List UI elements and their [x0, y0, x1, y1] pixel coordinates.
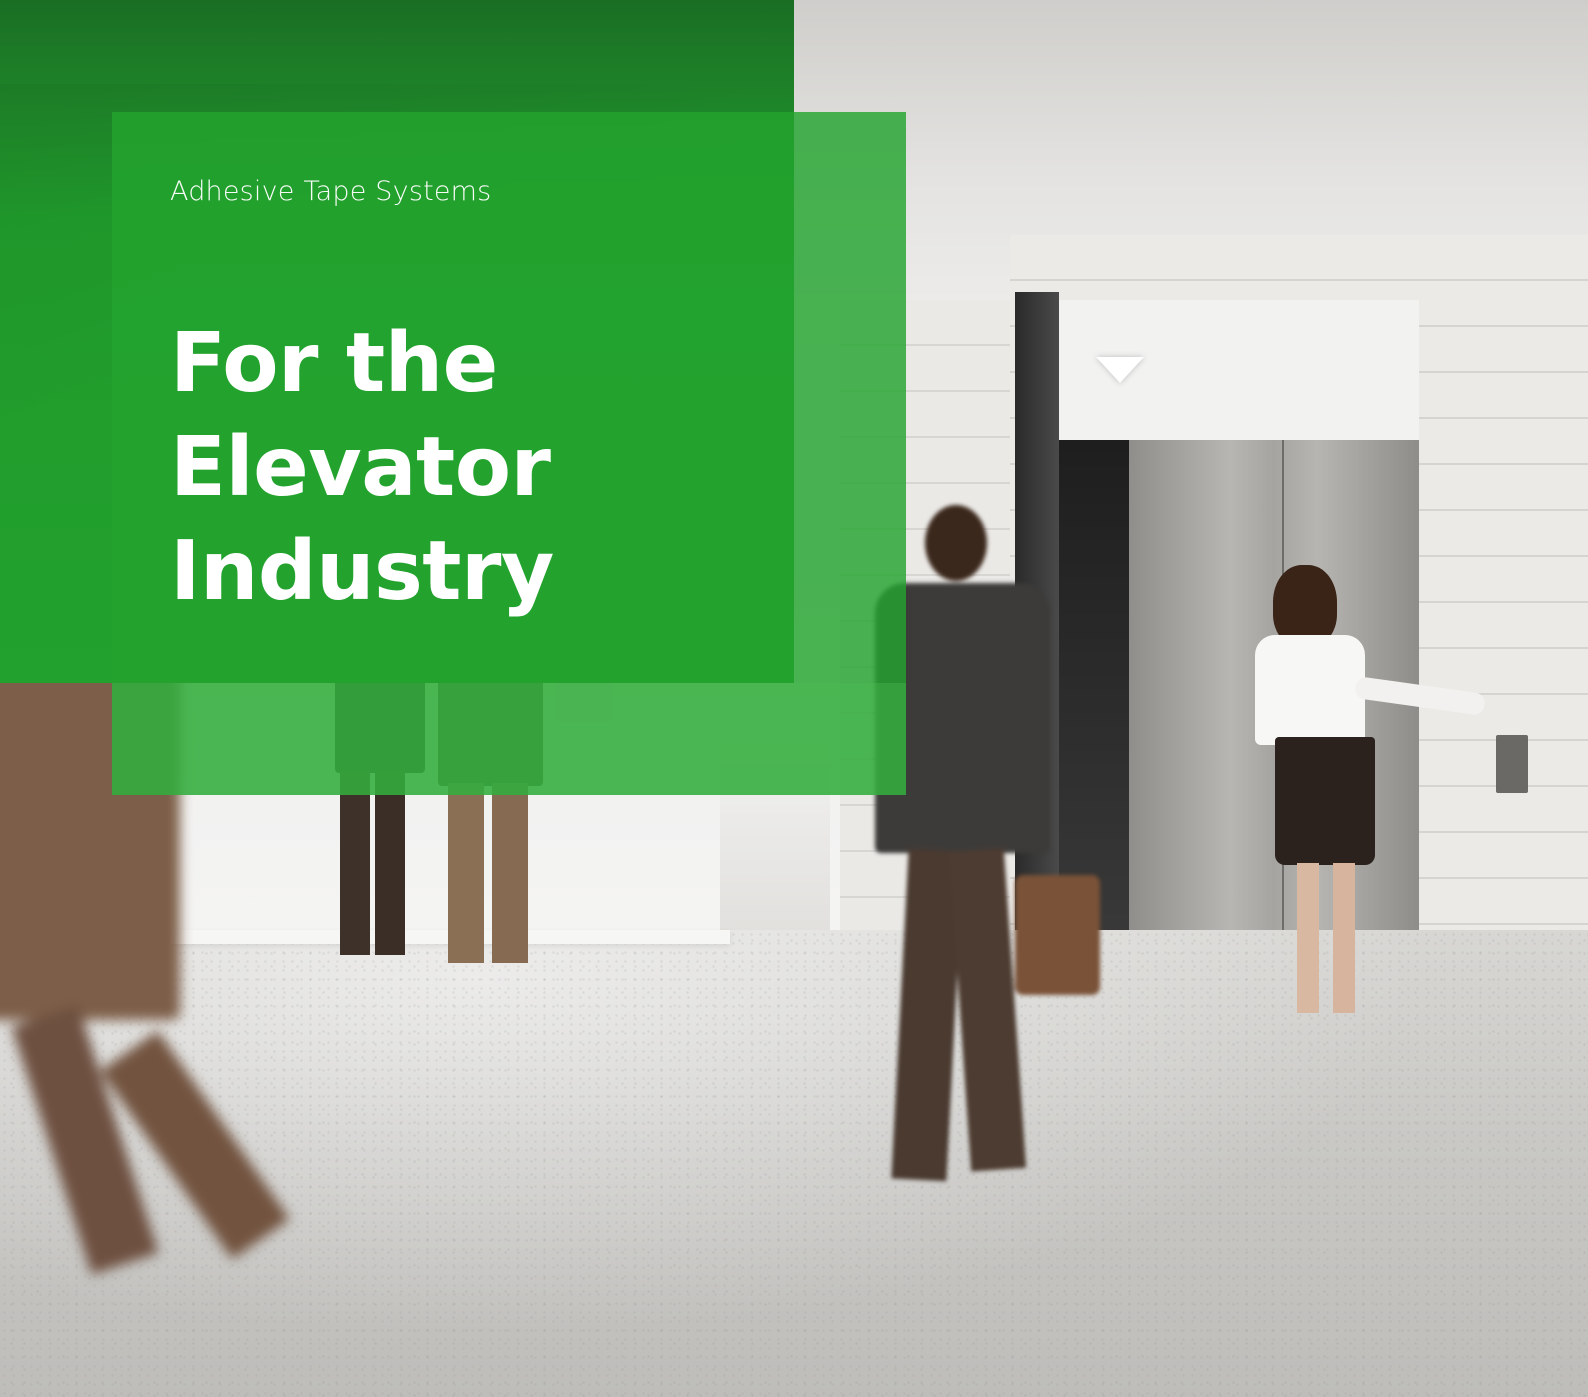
elevator-call-panel	[1496, 735, 1528, 793]
elevator-down-indicator-icon	[1096, 357, 1144, 383]
cover-title-block: Adhesive Tape Systems For the Elevator I…	[170, 172, 870, 624]
cover-headline-line-2: Industry	[170, 524, 554, 619]
cover-green-overlay-lower	[112, 683, 906, 795]
cover-headline: For the Elevator Industry	[170, 312, 870, 624]
cover-headline-line-1: For the Elevator	[170, 316, 551, 515]
person-woman-at-elevator	[1255, 565, 1495, 1035]
cover-kicker: Adhesive Tape Systems	[170, 176, 492, 207]
